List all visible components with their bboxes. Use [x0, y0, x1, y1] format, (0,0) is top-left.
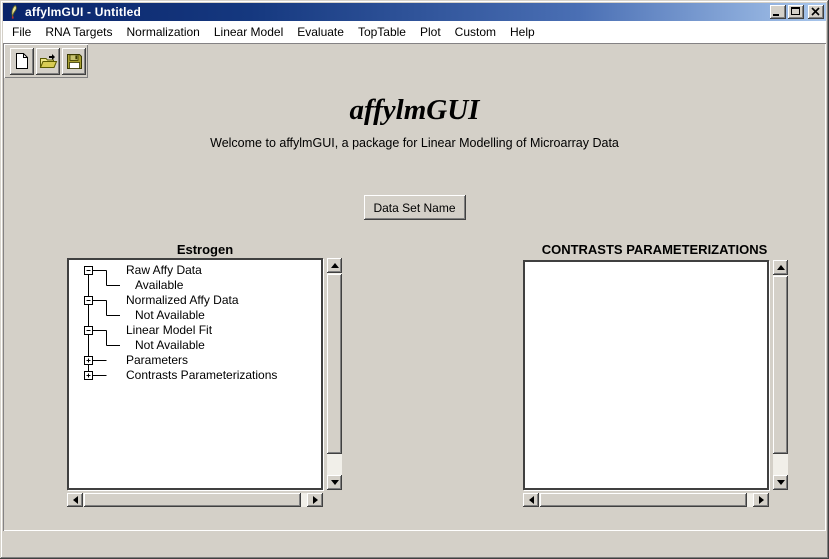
maximize-icon: [791, 7, 800, 15]
scrollbar-thumb[interactable]: [327, 274, 342, 454]
menu-help[interactable]: Help: [503, 23, 542, 41]
toolbar: [4, 44, 88, 78]
scroll-left-button[interactable]: [523, 493, 539, 507]
menu-file[interactable]: File: [5, 23, 38, 41]
menu-custom[interactable]: Custom: [448, 23, 503, 41]
menu-linear-model[interactable]: Linear Model: [207, 23, 290, 41]
tree-item-raw-affy-data[interactable]: Raw Affy Data: [126, 263, 202, 278]
save-floppy-icon: [66, 53, 83, 70]
welcome-text: Welcome to affylmGUI, a package for Line…: [3, 136, 826, 150]
menu-toptable[interactable]: TopTable: [351, 23, 413, 41]
arrow-down-icon: [777, 480, 785, 485]
window-title: affylmGUI - Untitled: [25, 5, 770, 19]
arrow-up-icon: [777, 265, 785, 270]
menu-rna-targets[interactable]: RNA Targets: [38, 23, 119, 41]
minimize-button[interactable]: [770, 5, 786, 19]
arrow-up-icon: [331, 263, 339, 268]
arrow-left-icon: [529, 496, 534, 504]
app-heading: affylmGUI: [3, 95, 826, 126]
minimize-icon: [773, 14, 779, 16]
close-icon: [811, 7, 820, 16]
arrow-left-icon: [73, 496, 78, 504]
contrasts-listbox[interactable]: [523, 260, 769, 490]
scroll-right-button[interactable]: [753, 493, 769, 507]
open-file-button[interactable]: [36, 48, 60, 75]
close-button[interactable]: [808, 5, 824, 19]
left-tree-vertical-scrollbar[interactable]: [327, 258, 342, 490]
contrasts-horizontal-scrollbar[interactable]: [523, 493, 769, 507]
scrollbar-thumb[interactable]: [773, 276, 788, 454]
menu-evaluate[interactable]: Evaluate: [290, 23, 351, 41]
status-bar: [3, 532, 826, 554]
title-bar[interactable]: affylmGUI - Untitled: [3, 3, 826, 21]
new-file-icon: [14, 52, 30, 70]
maximize-button[interactable]: [788, 5, 804, 19]
new-file-button[interactable]: [10, 48, 34, 75]
tk-feather-icon: [6, 5, 22, 19]
scroll-up-button[interactable]: [773, 260, 788, 275]
left-panel-title: Estrogen: [65, 242, 345, 257]
menu-plot[interactable]: Plot: [413, 23, 448, 41]
tree-item-normalized-status[interactable]: Not Available: [135, 308, 205, 323]
arrow-down-icon: [331, 480, 339, 485]
menu-bar: File RNA Targets Normalization Linear Mo…: [3, 21, 826, 43]
app-window: affylmGUI - Untitled File RNA Targets No…: [0, 0, 829, 559]
status-tree[interactable]: Raw Affy Data Available Normalized Affy …: [67, 258, 323, 490]
scrollbar-thumb[interactable]: [540, 493, 747, 507]
tree-item-normalized-affy-data[interactable]: Normalized Affy Data: [126, 293, 239, 308]
tree-item-raw-affy-status[interactable]: Available: [135, 278, 183, 293]
arrow-right-icon: [313, 496, 318, 504]
right-panel-title: CONTRASTS PARAMETERIZATIONS: [520, 242, 789, 257]
scrollbar-thumb[interactable]: [84, 493, 301, 507]
scroll-down-button[interactable]: [327, 475, 342, 490]
tree-item-parameters[interactable]: Parameters: [126, 353, 188, 368]
scroll-left-button[interactable]: [67, 493, 83, 507]
scroll-down-button[interactable]: [773, 475, 788, 490]
tree-item-linear-model-fit[interactable]: Linear Model Fit: [126, 323, 212, 338]
contrasts-vertical-scrollbar[interactable]: [773, 260, 788, 490]
scroll-right-button[interactable]: [307, 493, 323, 507]
main-frame: affylmGUI Welcome to affylmGUI, a packag…: [3, 43, 826, 531]
data-set-name-button[interactable]: Data Set Name: [364, 195, 466, 220]
tree-item-contrasts-parameterizations[interactable]: Contrasts Parameterizations: [126, 368, 277, 383]
save-file-button[interactable]: [62, 48, 86, 75]
left-tree-horizontal-scrollbar[interactable]: [67, 493, 323, 507]
open-folder-icon: [39, 52, 58, 70]
scroll-up-button[interactable]: [327, 258, 342, 273]
tree-connectors: [69, 260, 129, 390]
menu-normalization[interactable]: Normalization: [120, 23, 207, 41]
window-controls: [770, 5, 824, 19]
arrow-right-icon: [759, 496, 764, 504]
tree-item-linear-model-status[interactable]: Not Available: [135, 338, 205, 353]
